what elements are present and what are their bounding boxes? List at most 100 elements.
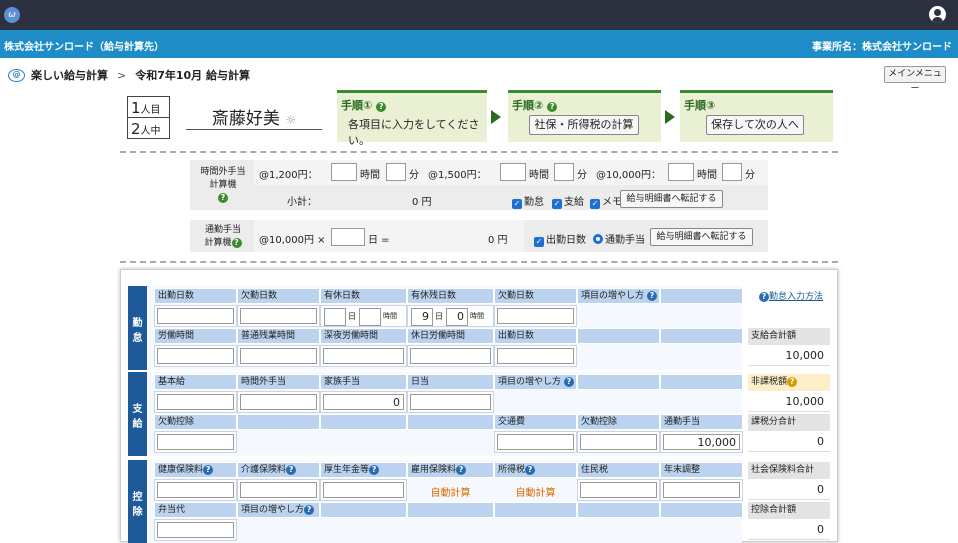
hdr-care-insurance: 介護保険料?	[237, 462, 320, 478]
year-end-input[interactable]	[663, 482, 740, 498]
commute-allowance-input[interactable]: 10,000	[663, 434, 740, 450]
hdr-paid-leave-left: 有休残日数	[407, 288, 494, 304]
paid-leave-days-input[interactable]	[324, 308, 346, 326]
employee-marker-icon: ☼	[285, 113, 297, 127]
base-salary-input[interactable]	[157, 394, 234, 410]
lunch-input[interactable]	[157, 522, 234, 538]
resident-tax-input[interactable]	[580, 482, 657, 498]
radio-commute[interactable]: 通勤手当	[593, 231, 645, 246]
paid-leave-left-cell: 9 日 0 時間	[407, 305, 494, 327]
transport-input[interactable]	[497, 434, 574, 450]
calc-insurance-tax-button[interactable]: 社保・所得税の計算	[529, 115, 639, 135]
hdr-holiday-hours: 休日労働時間	[407, 328, 494, 344]
hdr-empty	[237, 414, 320, 430]
commute-transfer-button[interactable]: 給与明細書へ転記する	[650, 228, 753, 246]
paid-leave-left-hours-input[interactable]: 0	[446, 308, 468, 326]
section-deduction: 控除	[128, 460, 147, 543]
work-hours-input[interactable]	[157, 348, 234, 364]
care-insurance-cell	[237, 479, 320, 501]
work-days-2-input[interactable]	[497, 348, 574, 364]
work-days-input[interactable]	[157, 308, 234, 324]
absence-deduction-input[interactable]	[157, 434, 234, 450]
family-allowance-input[interactable]: 0	[323, 394, 404, 410]
hdr-absence-deduction: 欠勤控除	[154, 414, 237, 430]
absent-days-2-input[interactable]	[497, 308, 574, 324]
paid-leave-hours-input[interactable]	[359, 308, 381, 326]
save-next-button[interactable]: 保存して次の人へ	[706, 115, 804, 135]
pension-input[interactable]	[323, 482, 404, 498]
absence-deduction-2-input[interactable]	[580, 434, 657, 450]
overtime-help-icon[interactable]: ?	[218, 193, 228, 203]
deduction-total-value: 0	[748, 519, 830, 540]
overtime-pay-cell	[237, 391, 320, 413]
absent-days-cell	[237, 305, 320, 327]
absent-days-input[interactable]	[240, 308, 317, 324]
holiday-hours-input[interactable]	[410, 348, 491, 364]
step-1-help-icon[interactable]: ?	[376, 102, 387, 112]
hdr-income-tax: 所得税?	[494, 462, 577, 478]
health-insurance-input[interactable]	[157, 482, 234, 498]
absence-deduction-2-cell	[577, 431, 660, 453]
chk-work-days[interactable]: ✓ 出勤日数	[534, 231, 586, 247]
help-icon[interactable]: ?	[203, 465, 214, 475]
help-icon[interactable]: ?	[304, 505, 315, 515]
office-name: 事業所名：株式会社サンロード	[812, 42, 952, 53]
day-unit: 日	[435, 312, 443, 321]
overtime-hours-input[interactable]	[240, 348, 317, 364]
help-icon[interactable]: ?	[369, 465, 380, 475]
main-menu-button[interactable]: メインメニュー	[884, 66, 946, 94]
top-bar: ω	[0, 0, 958, 30]
paid-leave-left-days-input[interactable]: 9	[411, 308, 433, 326]
ot-10000-minutes-input[interactable]	[722, 163, 742, 181]
help-icon[interactable]: ?	[646, 291, 657, 301]
app-home-icon[interactable]: @	[8, 68, 25, 82]
overtime-pay-input[interactable]	[240, 394, 317, 410]
hdr-work-days: 出勤日数	[154, 288, 237, 304]
radio-selected-icon	[593, 234, 603, 244]
chk-attendance[interactable]: ✓ 勤怠	[512, 193, 544, 209]
chk-memo[interactable]: ✓ メモ	[590, 193, 622, 209]
counter-current-unit: 人目	[140, 105, 161, 116]
attendance-help-link[interactable]: ? 勤怠入力方法	[759, 289, 823, 302]
family-allowance-cell: 0	[320, 391, 407, 413]
rate-1200-label: @1,200円：	[259, 170, 318, 181]
checkbox-checked-icon: ✓	[590, 199, 600, 209]
help-icon[interactable]: ?	[525, 465, 536, 475]
hdr-health-insurance: 健康保険料?	[154, 462, 237, 478]
help-icon[interactable]: ?	[286, 465, 297, 475]
app-logo-icon[interactable]: ω	[4, 7, 20, 23]
ot-1200-hours-input[interactable]	[331, 163, 357, 181]
user-account-icon[interactable]	[929, 6, 946, 23]
daily-allowance-input[interactable]	[410, 394, 491, 410]
hdr-empty	[577, 328, 660, 344]
ot-1200-minutes-input[interactable]	[386, 163, 406, 181]
breadcrumb-app[interactable]: 楽しい給与計算	[31, 67, 108, 83]
transport-cell	[494, 431, 577, 453]
hdr-overtime-hours: 普通残業時間	[237, 328, 320, 344]
help-icon[interactable]: ?	[787, 377, 798, 387]
care-insurance-input[interactable]	[240, 482, 317, 498]
overtime-hours-cell	[237, 345, 320, 367]
commute-days-input[interactable]	[331, 228, 365, 246]
pension-cell	[320, 479, 407, 501]
checkbox-checked-icon: ✓	[512, 199, 522, 209]
hdr-empty	[660, 502, 743, 518]
employee-name[interactable]: 斎藤好美 ☼	[186, 104, 322, 130]
ot-10000-hours-input[interactable]	[668, 163, 694, 181]
help-icon[interactable]: ?	[563, 377, 574, 387]
hdr-work-hours: 労働時間	[154, 328, 237, 344]
ot-1500-hours-input[interactable]	[500, 163, 526, 181]
overtime-transfer-button[interactable]: 給与明細書へ転記する	[620, 190, 723, 208]
commute-label-1: 通勤手当	[204, 225, 241, 235]
pay-total-label: 支給合計額	[748, 328, 830, 345]
checkbox-checked-icon: ✓	[534, 237, 544, 247]
overtime-calculator: 時間外手当 計算機? @1,200円： 時間 分 @1,500円： 時間 分 @1…	[190, 160, 768, 210]
commute-help-icon[interactable]: ?	[231, 238, 242, 248]
ot-1500-minutes-input[interactable]	[554, 163, 574, 181]
hdr-empty	[577, 374, 660, 390]
employment-insurance-auto: 自動計算	[430, 488, 471, 499]
night-hours-input[interactable]	[323, 348, 404, 364]
chk-payment[interactable]: ✓ 支給	[552, 193, 584, 209]
help-icon[interactable]: ?	[456, 465, 467, 475]
step-2-help-icon[interactable]: ?	[547, 102, 558, 112]
